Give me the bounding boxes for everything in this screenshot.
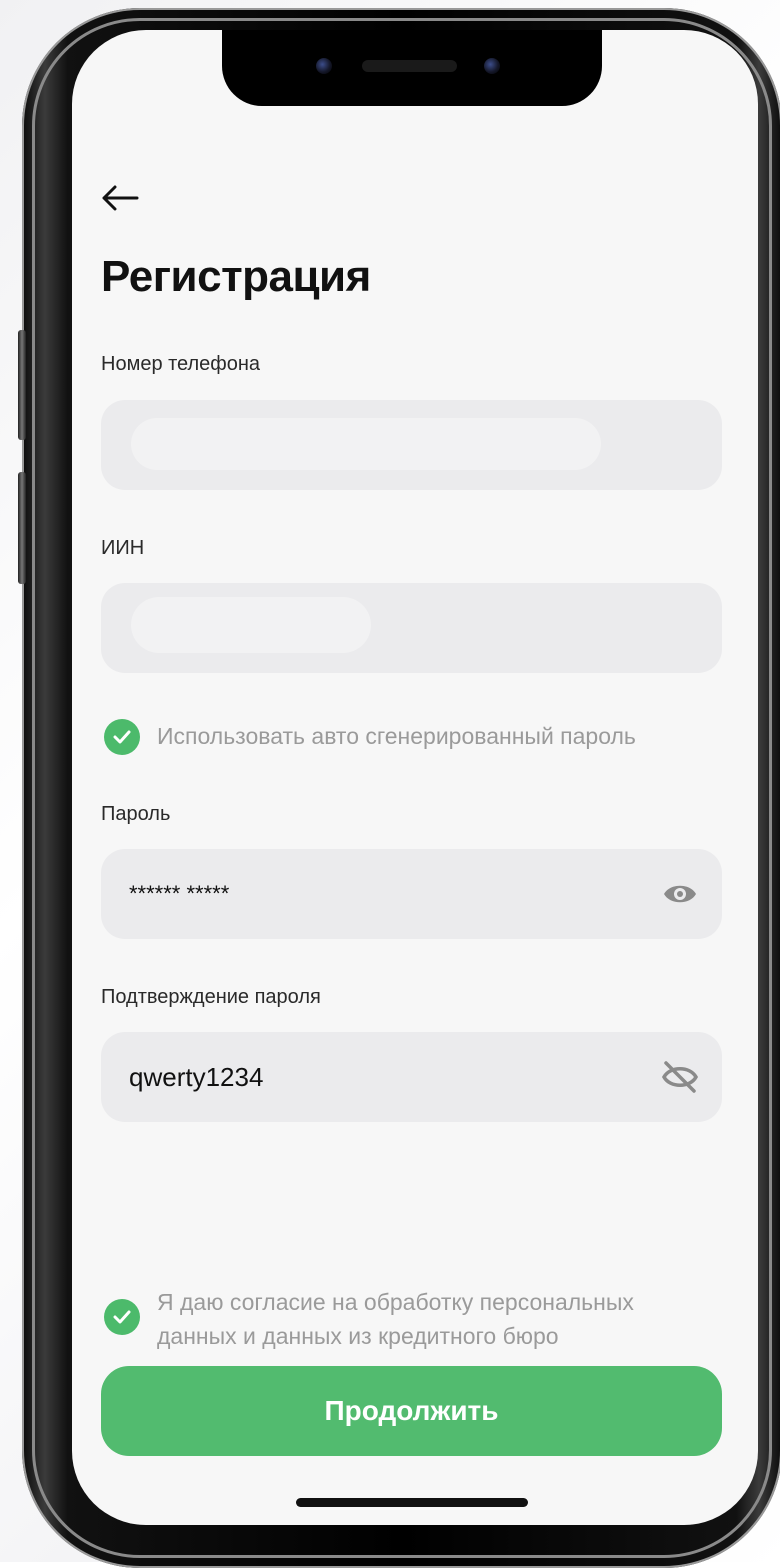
phone-field[interactable]	[101, 400, 722, 490]
show-password-button[interactable]	[658, 872, 702, 916]
password-input[interactable]	[129, 881, 658, 907]
earpiece-speaker	[362, 60, 457, 72]
iin-label: ИИН	[101, 537, 145, 559]
back-button[interactable]	[100, 180, 144, 216]
continue-button[interactable]: Продолжить	[101, 1366, 722, 1456]
password-confirm-input[interactable]	[129, 1061, 658, 1093]
auto-password-checkbox[interactable]	[104, 719, 140, 755]
password-confirm-label: Подтверждение пароля	[101, 986, 321, 1008]
home-indicator	[296, 1498, 528, 1507]
front-camera	[316, 58, 332, 74]
volume-down-button	[18, 472, 26, 584]
consent-checkbox[interactable]	[104, 1299, 140, 1335]
notch	[222, 30, 602, 106]
consent-label: Я даю согласие на обработку персональных…	[157, 1289, 634, 1349]
app-screen: Регистрация Номер телефона ИИН Использов…	[72, 30, 758, 1525]
auto-password-label: Использовать авто сгенерированный пароль	[157, 723, 636, 749]
checkmark-icon	[113, 1310, 131, 1324]
arrow-left-icon	[102, 185, 139, 211]
hide-password-button[interactable]	[658, 1055, 702, 1099]
password-confirm-field[interactable]	[101, 1032, 722, 1122]
auto-password-option[interactable]: Использовать авто сгенерированный пароль	[104, 719, 636, 755]
sensor	[484, 58, 500, 74]
checkmark-icon	[113, 730, 131, 744]
iin-field[interactable]	[101, 583, 722, 673]
eye-icon	[664, 885, 696, 903]
password-field[interactable]	[101, 849, 722, 939]
page-title: Регистрация	[101, 252, 371, 301]
consent-option[interactable]: Я даю согласие на обработку персональных…	[104, 1285, 704, 1353]
volume-up-button	[18, 330, 26, 440]
eye-off-icon	[662, 1061, 698, 1093]
redacted-value	[131, 418, 601, 470]
redacted-value	[131, 597, 371, 653]
password-label: Пароль	[101, 803, 171, 825]
phone-label: Номер телефона	[101, 353, 261, 375]
